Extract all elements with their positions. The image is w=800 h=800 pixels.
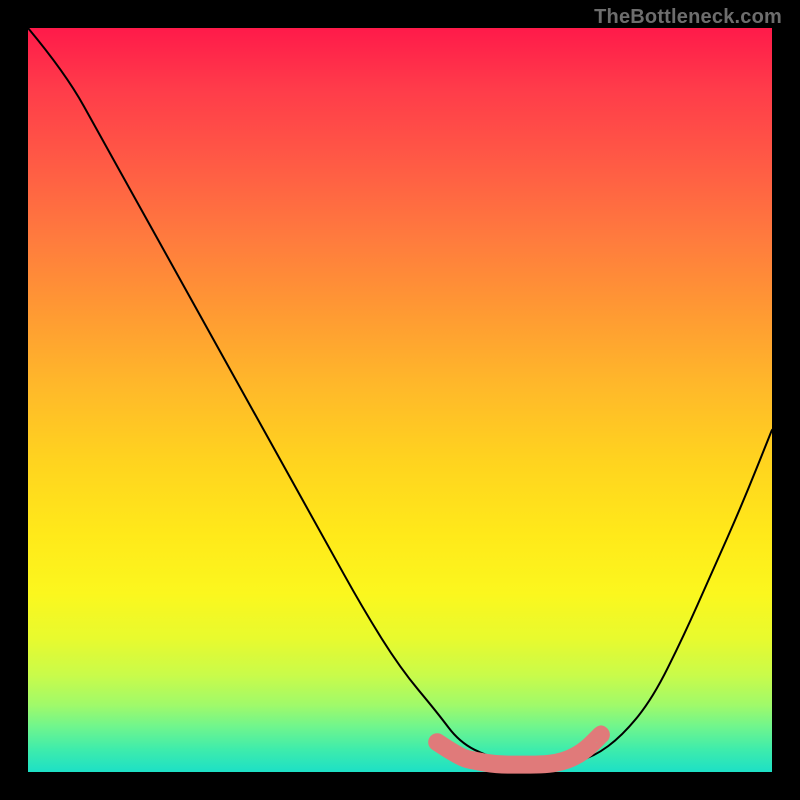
chart-svg: [28, 28, 772, 772]
plot-area: [28, 28, 772, 772]
watermark-label: TheBottleneck.com: [594, 6, 782, 29]
bottom-accent-curve: [437, 735, 601, 765]
chart-container: TheBottleneck.com: [0, 0, 800, 800]
bottleneck-curve: [28, 28, 772, 765]
